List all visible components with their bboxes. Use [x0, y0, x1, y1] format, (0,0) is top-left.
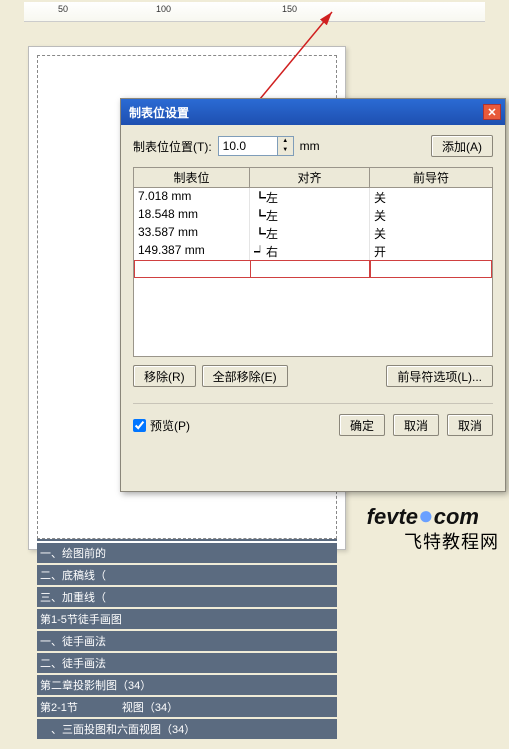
cell-align[interactable]: ┗左 [250, 224, 370, 242]
leader-options-button[interactable]: 前导符选项(L)... [386, 365, 493, 387]
toc-line[interactable]: 二、底稿线（ [37, 565, 337, 585]
toc-line[interactable]: 三、加重线（ [37, 587, 337, 607]
ruler-label-150: 150 [282, 4, 297, 14]
col-leader[interactable]: 前导符 [370, 168, 492, 187]
watermark-cn: 飞特教程网 [404, 528, 499, 554]
table-row[interactable]: 7.018 mm┗左关 [134, 188, 492, 206]
col-tab[interactable]: 制表位 [134, 168, 250, 187]
cell-align[interactable]: ┗左 [250, 206, 370, 224]
toc-line[interactable]: 第2-1节 视图（34） [37, 697, 337, 717]
watermark-dot-icon: ● [418, 500, 434, 530]
dialog-title: 制表位设置 [129, 104, 189, 121]
table-row[interactable]: 149.387 mm┙右开 [134, 242, 492, 260]
cell-pos[interactable]: 18.548 mm [134, 206, 250, 224]
preview-label: 预览(P) [150, 417, 190, 434]
cell-leader[interactable]: 开 [370, 242, 492, 260]
table-row[interactable]: 18.548 mm┗左关 [134, 206, 492, 224]
unit-label: mm [300, 139, 320, 153]
ruler-label-50: 50 [58, 4, 68, 14]
toc-line[interactable]: 第二章投影制图（34） [37, 675, 337, 695]
ruler[interactable]: 50 100 150 [24, 2, 485, 22]
toc-line[interactable]: 二、徒手画法 [37, 653, 337, 673]
cell-pos[interactable]: 7.018 mm [134, 188, 250, 206]
spin-up-icon[interactable]: ▲ [278, 137, 293, 146]
cell-leader[interactable]: 关 [370, 206, 492, 224]
cell-align[interactable]: ┗左 [250, 188, 370, 206]
preview-checkbox[interactable]: 预览(P) [133, 417, 190, 434]
table-header: 制表位 对齐 前导符 [134, 168, 492, 188]
toc-line[interactable]: 、三面投图和六面视图（34） [37, 719, 337, 739]
spin-down-icon[interactable]: ▼ [278, 146, 293, 155]
preview-checkbox-input[interactable] [133, 419, 146, 432]
toc-line[interactable]: 一、绘图前的 [37, 543, 337, 563]
remove-all-button[interactable]: 全部移除(E) [202, 365, 288, 387]
watermark-brand: fevte●com [367, 500, 479, 531]
highlight-leader-box [370, 260, 492, 278]
highlight-row-box [134, 260, 492, 278]
toc-line[interactable]: 一、徒手画法 [37, 631, 337, 651]
tab-position-spinner[interactable]: ▲▼ [218, 136, 294, 156]
cell-leader[interactable]: 关 [370, 188, 492, 206]
cell-leader[interactable]: 关 [370, 224, 492, 242]
cancel2-button[interactable]: 取消 [447, 414, 493, 436]
add-button[interactable]: 添加(A) [431, 135, 493, 157]
cell-pos[interactable]: 33.587 mm [134, 224, 250, 242]
table-row[interactable]: 33.587 mm┗左关 [134, 224, 492, 242]
ok-button[interactable]: 确定 [339, 414, 385, 436]
close-icon[interactable]: ✕ [483, 104, 501, 120]
col-align[interactable]: 对齐 [250, 168, 370, 187]
toc-line[interactable]: 第1-5节徒手画图 [37, 609, 337, 629]
tab-table[interactable]: 制表位 对齐 前导符 7.018 mm┗左关18.548 mm┗左关33.587… [133, 167, 493, 357]
highlight-align-box [250, 260, 370, 278]
cancel-button[interactable]: 取消 [393, 414, 439, 436]
cell-pos[interactable]: 149.387 mm [134, 242, 250, 260]
ruler-label-100: 100 [156, 4, 171, 14]
tab-position-label: 制表位位置(T): [133, 138, 212, 155]
tab-settings-dialog: 制表位设置 ✕ 制表位位置(T): ▲▼ mm 添加(A) 制表位 对齐 前导符… [120, 98, 506, 492]
remove-button[interactable]: 移除(R) [133, 365, 196, 387]
dialog-titlebar[interactable]: 制表位设置 ✕ [121, 99, 505, 125]
cell-align[interactable]: ┙右 [250, 242, 370, 260]
tab-position-input[interactable] [218, 136, 278, 156]
